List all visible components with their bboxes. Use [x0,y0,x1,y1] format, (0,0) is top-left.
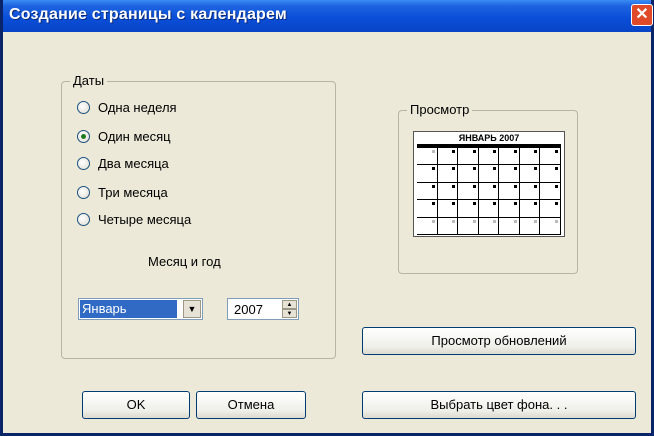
radio-one-month-circle[interactable] [77,129,90,143]
radio-one-week-label: Одна неделя [98,99,177,115]
calendar-page-dialog: Создание страницы с календарем ✕ Даты Од… [0,0,654,436]
calendar-cell [417,182,438,201]
calendar-cell [478,217,500,235]
calendar-cell [417,148,438,166]
calendar-cell [478,182,500,201]
dates-group: Даты Одна неделя Один месяц Два месяца Т… [61,73,336,359]
calendar-cell [417,165,438,183]
calendar-cell [417,200,438,218]
ok-button[interactable]: OK [82,391,190,419]
calendar-cell [458,182,479,201]
radio-three-months-label: Три месяца [98,184,168,200]
calendar-cell [540,165,561,183]
close-button[interactable]: ✕ [631,4,653,26]
calendar-cell [540,182,561,201]
calendar-cell [478,148,500,166]
calendar-cell [417,217,438,235]
calendar-preview-title: ЯНВАРЬ 2007 [458,133,520,143]
radio-two-months[interactable]: Два месяца [77,154,169,172]
radio-one-month[interactable]: Один месяц [77,127,171,145]
radio-one-week[interactable]: Одна неделя [77,98,177,116]
calendar-cell [499,217,520,235]
radio-two-months-circle[interactable] [77,156,90,170]
title-bar: Создание страницы с календарем ✕ [3,0,653,32]
calendar-cell [437,148,459,166]
month-select[interactable]: Январь ▼ [78,298,203,320]
calendar-cell [458,148,479,166]
radio-four-months-label: Четыре месяца [98,211,192,227]
calendar-cell [519,165,541,183]
calendar-cell [437,165,459,183]
radio-two-months-label: Два месяца [98,155,169,171]
dates-legend: Даты [70,73,108,88]
calendar-cell [458,217,479,235]
arrow-up-icon[interactable]: ▲ [282,300,297,309]
calendar-cell [437,182,459,201]
calendar-cell [437,217,459,235]
arrow-down-icon[interactable]: ▼ [282,309,297,318]
month-select-value: Январь [80,300,177,318]
month-year-label: Месяц и год [148,254,221,269]
calendar-cell [540,200,561,218]
calendar-cell [540,148,561,166]
radio-three-months-circle[interactable] [77,185,90,199]
close-icon: ✕ [635,6,649,23]
radio-one-month-label: Один месяц [98,128,171,144]
preview-legend: Просмотр [407,102,473,117]
calendar-cell [478,200,500,218]
radio-three-months[interactable]: Три месяца [77,183,168,201]
cancel-button[interactable]: Отмена [196,391,306,419]
calendar-cell [478,165,500,183]
calendar-cell [540,217,561,235]
chevron-down-icon[interactable]: ▼ [183,300,201,318]
year-stepper[interactable]: 2007 ▲ ▼ [227,298,299,320]
calendar-cell [499,165,520,183]
calendar-cell [458,165,479,183]
calendar-cell [519,148,541,166]
calendar-grid [417,148,561,235]
preview-group: Просмотр ЯНВАРЬ 2007 [398,102,578,274]
calendar-cell [519,182,541,201]
calendar-cell [519,200,541,218]
calendar-cell [519,217,541,235]
radio-four-months-circle[interactable] [77,212,90,226]
calendar-cell [437,200,459,218]
radio-four-months[interactable]: Четыре месяца [77,210,191,228]
year-stepper-value[interactable]: 2007 [234,301,263,319]
dialog-title: Создание страницы с календарем [9,6,287,23]
preview-updates-button[interactable]: Просмотр обновлений [362,327,636,355]
calendar-cell [499,200,520,218]
choose-bg-color-button[interactable]: Выбрать цвет фона. . . [362,391,636,419]
radio-one-week-circle[interactable] [77,100,90,114]
calendar-preview: ЯНВАРЬ 2007 [413,131,565,237]
calendar-cell [499,148,520,166]
calendar-cell [458,200,479,218]
calendar-cell [499,182,520,201]
